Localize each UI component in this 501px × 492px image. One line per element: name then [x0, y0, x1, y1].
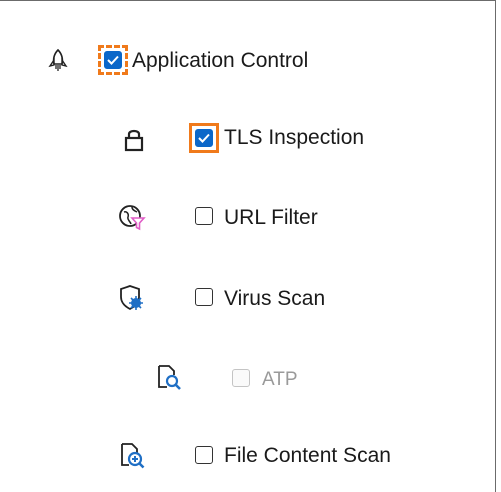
url-filter-checkbox[interactable] — [195, 207, 213, 225]
lock-icon — [120, 125, 148, 153]
virus-scan-checkbox[interactable] — [195, 288, 213, 306]
atp-checkbox — [232, 369, 250, 387]
application-control-label: Application Control — [132, 49, 309, 72]
application-control-checkbox[interactable] — [104, 51, 122, 69]
document-zoom-icon — [118, 441, 146, 469]
rocket-icon — [44, 47, 72, 75]
tls-inspection-label: TLS Inspection — [224, 126, 365, 149]
url-filter-label: URL Filter — [224, 206, 318, 229]
tls-inspection-checkbox[interactable] — [195, 129, 213, 147]
feature-tree-panel: Application Control TLS Inspection URL F… — [0, 0, 496, 492]
file-content-scan-checkbox[interactable] — [195, 446, 213, 464]
atp-label: ATP — [262, 369, 298, 390]
document-search-icon — [155, 363, 183, 391]
file-content-scan-label: File Content Scan — [224, 444, 391, 467]
virus-scan-label: Virus Scan — [224, 287, 326, 310]
shield-virus-icon — [118, 284, 146, 312]
globe-filter-icon — [118, 203, 146, 231]
